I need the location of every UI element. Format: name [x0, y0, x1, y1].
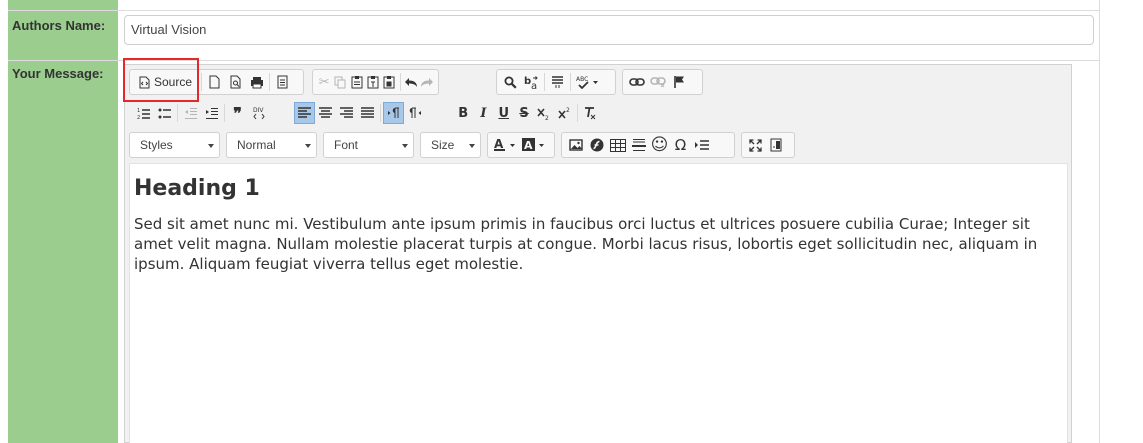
maximize-icon[interactable] — [745, 134, 766, 156]
redo-icon[interactable] — [419, 71, 435, 93]
flash-icon[interactable] — [586, 134, 607, 156]
toolbar-group-colors: A A — [487, 132, 555, 158]
align-left-icon[interactable] — [294, 102, 315, 124]
svg-text:2: 2 — [545, 115, 549, 120]
copy-icon[interactable] — [332, 71, 348, 93]
toolbar-group-formatting: B I U S 2 2 — [449, 100, 604, 126]
print-icon[interactable] — [246, 71, 267, 93]
size-dropdown[interactable]: Size — [420, 132, 481, 158]
bold-icon[interactable]: B — [453, 102, 473, 124]
editor-content-area[interactable]: Heading 1 Sed sit amet nunc mi. Vestibul… — [129, 163, 1068, 443]
format-dropdown-label: Normal — [237, 138, 276, 152]
image-icon[interactable] — [565, 134, 586, 156]
rich-text-editor: Source ✂ b a ABC 1 2 ❞ DIV B I U S 2 2 S… — [124, 64, 1072, 443]
select-all-icon[interactable] — [547, 71, 568, 93]
content-paragraph: Sed sit amet nunc mi. Vestibulum ante ip… — [134, 215, 1038, 273]
justify-icon[interactable] — [357, 102, 378, 124]
numbered-list-icon[interactable]: 12 — [133, 102, 154, 124]
preview-icon[interactable] — [225, 71, 246, 93]
table-border — [1099, 0, 1100, 443]
styles-dropdown-label: Styles — [140, 138, 173, 152]
styles-dropdown[interactable]: Styles — [129, 132, 220, 158]
indent-icon[interactable] — [201, 102, 222, 124]
paste-word-icon[interactable] — [381, 71, 397, 93]
toolbar-group-tools — [741, 132, 795, 158]
font-dropdown[interactable]: Font — [323, 132, 414, 158]
svg-text:2: 2 — [566, 107, 570, 114]
svg-text:ABC: ABC — [576, 76, 588, 83]
rtl-direction-icon[interactable] — [404, 102, 425, 124]
create-div-icon[interactable]: DIV — [248, 102, 269, 124]
paste-icon[interactable] — [349, 71, 365, 93]
templates-icon[interactable] — [272, 71, 293, 93]
align-right-icon[interactable] — [336, 102, 357, 124]
link-icon[interactable] — [626, 71, 647, 93]
toolbar-group-links — [622, 69, 703, 95]
toolbar-group-insert: ☺ Ω — [561, 132, 735, 158]
chevron-down-icon — [208, 144, 214, 148]
cut-icon[interactable]: ✂ — [316, 71, 332, 93]
source-button-highlight — [123, 58, 199, 102]
chevron-down-icon — [305, 144, 311, 148]
toolbar-group-clipboard: ✂ — [312, 69, 439, 95]
chevron-down-icon — [402, 144, 408, 148]
table-icon[interactable] — [607, 134, 628, 156]
superscript-icon[interactable]: 2 — [554, 102, 574, 124]
page-break-icon[interactable] — [691, 134, 712, 156]
find-icon[interactable] — [500, 71, 521, 93]
size-dropdown-label: Size — [431, 138, 455, 152]
replace-icon[interactable]: ba — [521, 71, 542, 93]
chevron-down-icon — [469, 144, 475, 148]
svg-text:a: a — [531, 81, 537, 90]
content-heading: Heading 1 — [134, 176, 260, 201]
author-label: Authors Name: — [12, 18, 106, 33]
show-blocks-icon[interactable] — [766, 134, 787, 156]
spellcheck-icon[interactable]: ABC — [573, 71, 602, 93]
svg-text:A: A — [524, 139, 533, 152]
message-label: Your Message: — [12, 66, 104, 81]
horizontal-rule-icon[interactable] — [628, 134, 649, 156]
background-color-icon[interactable]: A — [520, 134, 549, 156]
ltr-direction-icon[interactable] — [383, 102, 404, 124]
align-center-icon[interactable] — [315, 102, 336, 124]
anchor-flag-icon[interactable] — [668, 71, 689, 93]
smiley-icon[interactable]: ☺ — [649, 134, 670, 156]
svg-text:2: 2 — [137, 115, 140, 120]
author-label-cell: Authors Name: — [8, 11, 118, 60]
toolbar-group-alignment — [290, 100, 443, 126]
label-cell-top — [8, 0, 118, 10]
paste-text-icon[interactable] — [365, 71, 381, 93]
format-dropdown[interactable]: Normal — [226, 132, 317, 158]
unlink-icon[interactable] — [647, 71, 668, 93]
subscript-icon[interactable]: 2 — [534, 102, 554, 124]
text-color-icon[interactable]: A — [491, 134, 520, 156]
row-divider — [8, 10, 1100, 11]
svg-text:1: 1 — [137, 108, 140, 114]
blockquote-icon[interactable]: ❞ — [227, 102, 248, 124]
special-char-icon[interactable]: Ω — [670, 134, 691, 156]
undo-icon[interactable] — [402, 71, 418, 93]
remove-format-icon[interactable] — [580, 102, 600, 124]
outdent-icon[interactable] — [180, 102, 201, 124]
toolbar-group-lists: 12 ❞ DIV — [129, 100, 276, 126]
font-dropdown-label: Font — [334, 138, 359, 152]
italic-icon[interactable]: I — [473, 102, 493, 124]
toolbar-group-editing: ba ABC — [496, 69, 616, 95]
strikethrough-icon[interactable]: S — [514, 102, 534, 124]
message-label-cell: Your Message: — [8, 61, 118, 443]
svg-text:DIV: DIV — [253, 107, 264, 114]
underline-icon[interactable]: U — [494, 102, 514, 124]
new-page-icon[interactable] — [204, 71, 225, 93]
bulleted-list-icon[interactable] — [154, 102, 175, 124]
author-name-input[interactable]: Virtual Vision — [124, 15, 1094, 45]
